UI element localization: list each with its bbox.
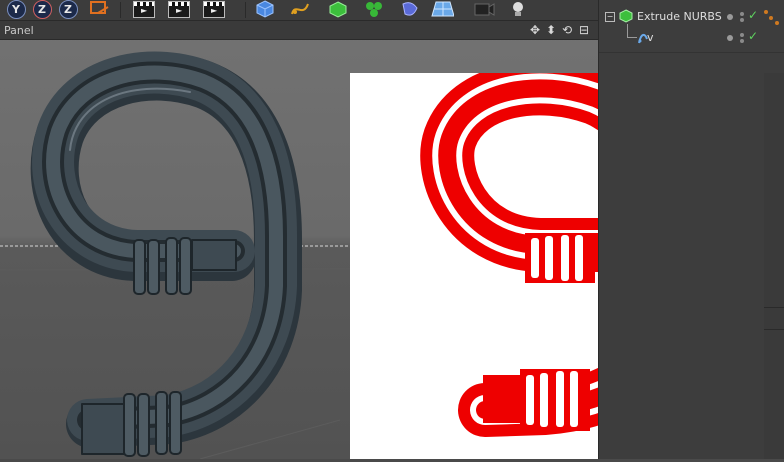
cloner-icon[interactable] (362, 0, 386, 18)
divider (599, 52, 784, 53)
move-view-icon[interactable]: ✥ (530, 23, 540, 37)
rotate-view-icon[interactable]: ⟲ (562, 23, 572, 37)
object-manager-scroll-area[interactable] (764, 73, 784, 459)
layer-dot[interactable] (727, 14, 733, 20)
deformer-icon[interactable] (398, 0, 422, 18)
cube-icon[interactable] (253, 0, 277, 18)
coordinate-system-icon[interactable] (88, 0, 112, 18)
tag-icon[interactable] (769, 16, 773, 20)
editor-visibility-dot[interactable] (740, 12, 744, 16)
subdivision-surface-icon[interactable] (326, 0, 350, 18)
enabled-check-icon[interactable]: ✓ (748, 8, 758, 22)
layer-dot[interactable] (727, 35, 733, 41)
object-row-v[interactable]: v ✓ (599, 29, 784, 47)
rotate-z-icon[interactable]: Z (30, 0, 54, 19)
camera-icon[interactable] (472, 0, 496, 18)
render-view-icon[interactable] (132, 0, 156, 18)
upper-bands (133, 237, 237, 295)
object-name: v (647, 31, 654, 44)
main-toolbar: Y Z Z (0, 0, 598, 21)
viewport-header: Panel ✥ ⬍ ⟲ ⊟ (0, 21, 598, 40)
render-to-picture-viewer-icon[interactable] (167, 0, 191, 18)
tag-icon[interactable] (775, 21, 779, 25)
object-name: Extrude NURBS (637, 10, 722, 23)
light-icon[interactable] (506, 0, 530, 18)
object-manager: − Extrude NURBS ✓ v ✓ (598, 0, 784, 459)
render-visibility-dot[interactable] (740, 18, 744, 22)
panel-menu[interactable]: Panel (4, 24, 34, 37)
rotate-y-icon[interactable]: Y (4, 0, 28, 19)
extrude-nurbs-model (30, 51, 302, 457)
collapse-icon[interactable]: − (605, 12, 615, 22)
render-settings-icon[interactable] (202, 0, 226, 18)
rotate-z2-icon[interactable]: Z (56, 0, 80, 19)
lower-collar (483, 369, 590, 431)
editor-visibility-dot[interactable] (740, 33, 744, 37)
dolly-view-icon[interactable]: ⬍ (546, 23, 556, 37)
enabled-check-icon[interactable]: ✓ (748, 29, 758, 43)
pen-spline-icon[interactable] (288, 0, 312, 18)
render-visibility-dot[interactable] (740, 39, 744, 43)
extrude-nurbs-icon (619, 9, 633, 23)
floor-icon[interactable] (430, 0, 454, 18)
tag-icon[interactable] (764, 10, 768, 14)
toggle-view-icon[interactable]: ⊟ (579, 23, 589, 37)
